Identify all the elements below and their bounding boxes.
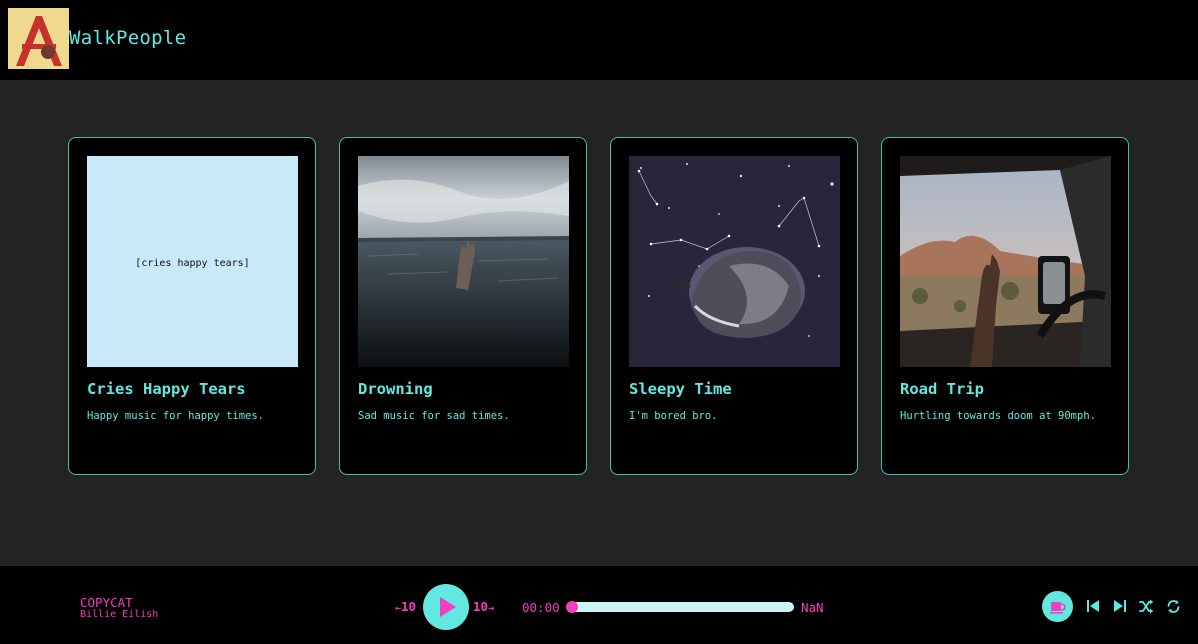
forward-label: 10 [473,599,489,614]
playlist-cover-image [900,156,1111,367]
playlist-card-road-trip[interactable]: Road Trip Hurtling towards doom at 90mph… [881,137,1129,475]
forward-10-button[interactable]: 10→ [473,599,494,614]
playlist-description: Happy music for happy times. [87,410,265,422]
playlist-title: Drowning [358,380,433,398]
progress-slider[interactable] [566,601,794,613]
rewind-label: 10 [401,599,417,614]
playlist-description: Hurtling towards doom at 90mph. [900,410,1096,422]
playlist-description: I'm bored bro. [629,410,718,422]
rewind-10-button[interactable]: ←10 [395,599,416,614]
now-playing-artist: Billie Eilish [80,609,159,620]
now-playing-album-art [8,8,69,69]
playlist-title: Cries Happy Tears [87,380,246,398]
skip-forward-icon[interactable] [1113,599,1127,613]
playlist-grid: [cries happy tears] Cries Happy Tears Ha… [68,137,1130,475]
playlist-card-cries-happy-tears[interactable]: [cries happy tears] Cries Happy Tears Ha… [68,137,316,475]
playlist-description: Sad music for sad times. [358,410,510,422]
playlist-cover-image [358,156,569,367]
duration: NaN [801,600,824,615]
arrow-right-icon: → [488,603,495,614]
coffee-button[interactable] [1042,591,1073,622]
repeat-icon[interactable] [1166,599,1181,614]
playlist-card-drowning[interactable]: Drowning Sad music for sad times. [339,137,587,475]
play-icon [440,597,456,617]
playlist-card-sleepy-time[interactable]: Sleepy Time I'm bored bro. [610,137,858,475]
coffee-icon [1050,602,1066,614]
cover-caption: [cries happy tears] [135,258,249,269]
brand-name[interactable]: WalkPeople [69,27,186,49]
top-navbar: WalkPeople [0,0,1198,80]
now-playing-title: COPYCAT [80,595,133,610]
playlist-cover-image [629,156,840,367]
playlist-title: Road Trip [900,380,984,398]
current-time: 00:00 [522,600,560,615]
playlist-cover-image: [cries happy tears] [87,156,298,367]
skip-back-icon[interactable] [1086,599,1100,613]
playlist-title: Sleepy Time [629,380,732,398]
progress-thumb[interactable] [566,601,578,613]
play-button[interactable] [423,584,469,630]
shuffle-icon[interactable] [1139,599,1154,614]
